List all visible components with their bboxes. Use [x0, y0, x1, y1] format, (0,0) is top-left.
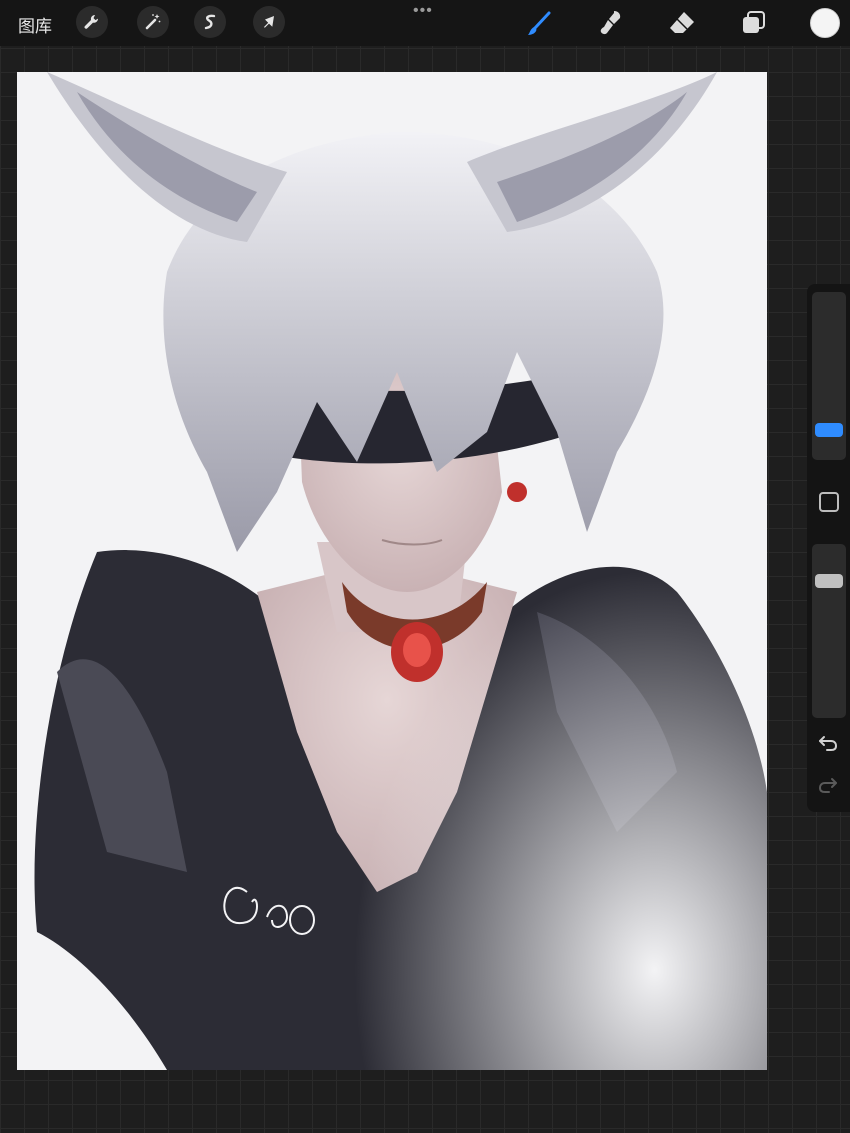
brush-icon [528, 11, 551, 35]
arrow-cursor-icon [264, 16, 274, 28]
modify-button[interactable] [819, 492, 839, 512]
adjustments-button[interactable] [137, 6, 169, 38]
selection-icon [204, 14, 216, 30]
actions-button[interactable] [76, 6, 108, 38]
opacity-slider[interactable] [812, 544, 846, 718]
drawing-canvas[interactable] [17, 72, 767, 1070]
gallery-button[interactable]: 图库 [18, 12, 52, 37]
smudge-icon [600, 11, 621, 35]
wrench-icon [84, 14, 99, 29]
eraser-icon [670, 12, 694, 33]
brush-size-slider[interactable] [812, 292, 846, 460]
color-picker-button[interactable] [810, 8, 840, 38]
redo-icon [818, 778, 837, 793]
artwork [17, 72, 767, 1070]
opacity-handle[interactable] [815, 574, 843, 588]
layers-icon [743, 11, 765, 33]
more-menu-button[interactable]: ••• [413, 2, 433, 20]
undo-button[interactable] [817, 732, 839, 754]
smudge-tool-button[interactable] [596, 8, 626, 38]
brush-size-handle[interactable] [815, 423, 843, 437]
magic-wand-icon [145, 14, 161, 30]
layers-button[interactable] [739, 8, 769, 38]
sidebar [807, 284, 850, 812]
paint-tool-button[interactable] [525, 8, 555, 38]
selection-button[interactable] [194, 6, 226, 38]
eraser-tool-button[interactable] [667, 8, 697, 38]
redo-button[interactable] [817, 774, 839, 796]
undo-icon [819, 736, 838, 751]
top-toolbar: 图库 ••• [0, 0, 850, 46]
transform-button[interactable] [253, 6, 285, 38]
